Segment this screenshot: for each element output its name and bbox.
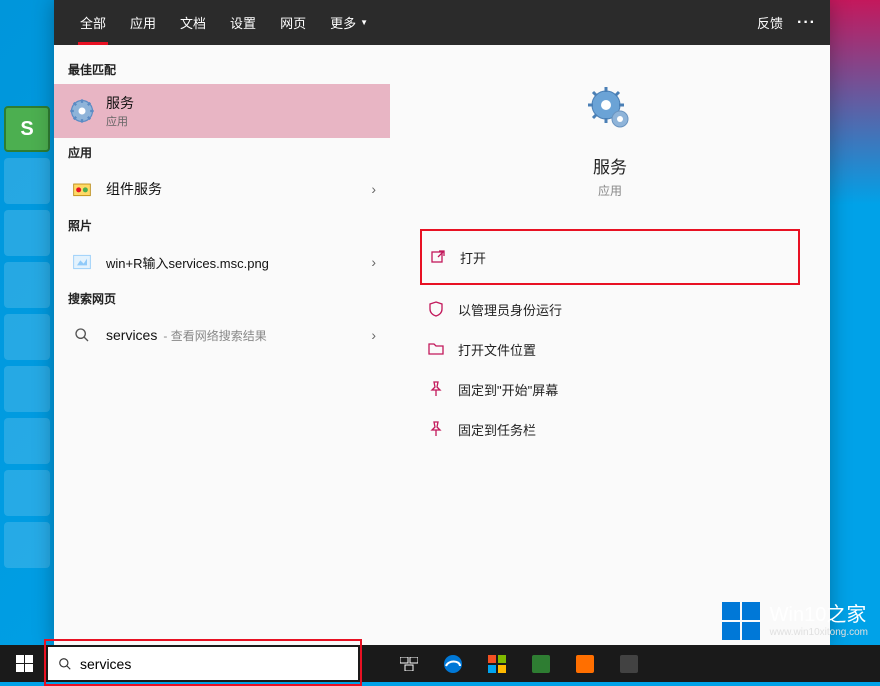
section-apps: 应用 (54, 138, 390, 167)
section-photos: 照片 (54, 211, 390, 240)
chevron-right-icon: › (371, 327, 376, 343)
desktop-icon[interactable] (4, 470, 50, 516)
windows-logo-icon (16, 655, 33, 672)
taskbar-app-icon[interactable] (564, 645, 606, 682)
image-icon (68, 248, 96, 276)
tab-all[interactable]: 全部 (68, 0, 118, 45)
result-subtitle: 应用 (106, 113, 376, 129)
highlight-box: 打开 (420, 229, 800, 285)
component-icon (68, 175, 96, 203)
tab-apps[interactable]: 应用 (118, 0, 168, 45)
search-results-panel: 全部 应用 文档 设置 网页 更多 ▼ 反馈 ··· 最佳匹配 服务 应用 (54, 0, 830, 645)
desktop-icon[interactable] (4, 210, 50, 256)
action-pin-start[interactable]: 固定到"开始"屏幕 (420, 369, 800, 409)
pin-icon (428, 381, 444, 397)
search-tabs-bar: 全部 应用 文档 设置 网页 更多 ▼ 反馈 ··· (54, 0, 830, 45)
desktop-icon-s[interactable]: S (4, 106, 50, 152)
desktop-icons-column: S (0, 0, 54, 645)
taskbar (0, 645, 880, 682)
action-run-as-admin[interactable]: 以管理员身份运行 (420, 289, 800, 329)
gear-icon (68, 97, 96, 125)
search-input[interactable] (80, 656, 348, 672)
start-button[interactable] (0, 645, 48, 682)
desktop-icon[interactable] (4, 418, 50, 464)
more-options-button[interactable]: ··· (797, 14, 816, 32)
result-title: win+R输入services.msc.png (106, 253, 371, 272)
result-web-search[interactable]: services - 查看网络搜索结果 › (54, 313, 390, 357)
search-icon (58, 657, 72, 671)
tab-web[interactable]: 网页 (268, 0, 318, 45)
tab-more[interactable]: 更多 ▼ (318, 0, 380, 45)
action-open[interactable]: 打开 (422, 237, 798, 277)
action-pin-taskbar[interactable]: 固定到任务栏 (420, 409, 800, 449)
result-detail-column: 服务 应用 打开 以管理员身份运行 (390, 45, 830, 645)
folder-icon (428, 341, 444, 357)
taskbar-app-icon[interactable] (520, 645, 562, 682)
action-label: 打开 (460, 248, 486, 267)
open-icon (430, 249, 446, 265)
desktop-icon[interactable] (4, 262, 50, 308)
desktop-icon[interactable] (4, 366, 50, 412)
tab-settings[interactable]: 设置 (218, 0, 268, 45)
search-icon (68, 321, 96, 349)
action-label: 固定到任务栏 (458, 420, 536, 439)
gear-icon (586, 85, 634, 133)
web-suffix: - 查看网络搜索结果 (163, 327, 266, 344)
result-title: 组件服务 (106, 179, 371, 199)
feedback-link[interactable]: 反馈 (757, 0, 783, 45)
result-photo-item[interactable]: win+R输入services.msc.png › (54, 240, 390, 284)
hero-title: 服务 (593, 153, 627, 178)
results-left-column: 最佳匹配 服务 应用 应用 组件服务 › 照片 (54, 45, 390, 645)
action-label: 固定到"开始"屏幕 (458, 380, 558, 399)
action-open-location[interactable]: 打开文件位置 (420, 329, 800, 369)
desktop-icon[interactable] (4, 158, 50, 204)
section-search-web: 搜索网页 (54, 284, 390, 313)
result-services-app[interactable]: 服务 应用 (54, 84, 390, 138)
chevron-down-icon: ▼ (360, 18, 368, 27)
desktop-right-strip (830, 0, 880, 682)
hero-subtitle: 应用 (598, 182, 622, 199)
taskbar-app-icon[interactable] (476, 645, 518, 682)
watermark-title: Win10之家 (770, 603, 868, 627)
taskbar-app-icon[interactable] (608, 645, 650, 682)
watermark-url: www.win10xitong.com (770, 627, 868, 639)
action-label: 打开文件位置 (458, 340, 536, 359)
web-query: services (106, 327, 157, 343)
result-component-services[interactable]: 组件服务 › (54, 167, 390, 211)
taskbar-search-box[interactable] (48, 647, 358, 680)
desktop-icon[interactable] (4, 522, 50, 568)
windows-logo-icon (722, 602, 760, 640)
chevron-right-icon: › (371, 181, 376, 197)
tab-documents[interactable]: 文档 (168, 0, 218, 45)
tab-more-label: 更多 (330, 13, 356, 32)
result-title: 服务 (106, 93, 376, 113)
shield-icon (428, 301, 444, 317)
action-label: 以管理员身份运行 (458, 300, 562, 319)
section-best-match: 最佳匹配 (54, 55, 390, 84)
desktop-icon[interactable] (4, 314, 50, 360)
taskbar-edge-icon[interactable] (432, 645, 474, 682)
watermark: Win10之家 www.win10xitong.com (722, 602, 868, 640)
chevron-right-icon: › (371, 254, 376, 270)
task-view-button[interactable] (388, 645, 430, 682)
pin-icon (428, 421, 444, 437)
